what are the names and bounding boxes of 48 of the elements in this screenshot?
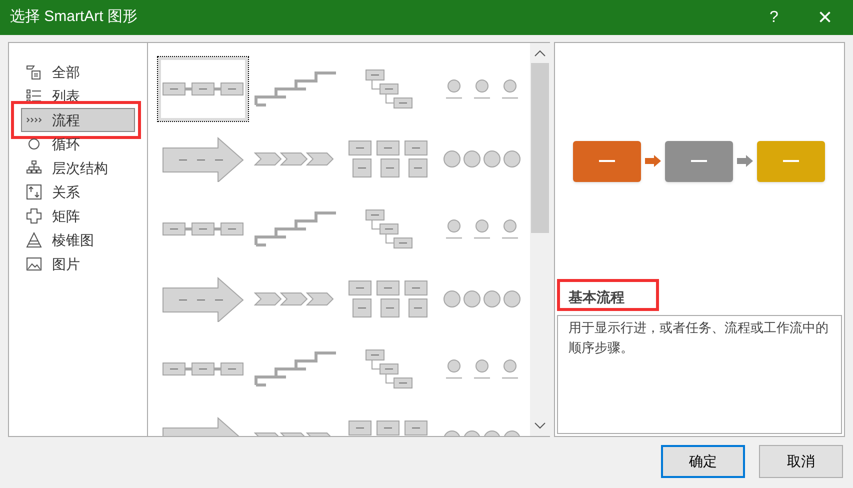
diagram-thumbnail-icon	[444, 219, 519, 239]
diagram-thumbnail-icon	[442, 290, 521, 308]
relation-icon	[26, 184, 42, 200]
diagram-thumbnail-icon	[364, 69, 413, 109]
category-item[interactable]: 流程	[21, 108, 135, 132]
category-item[interactable]: 关系	[21, 180, 135, 204]
diagram-thumbnail-icon	[442, 150, 521, 168]
diagram-thumbnail-icon	[254, 211, 338, 247]
layout-tile[interactable]	[158, 57, 248, 121]
dialog-button[interactable]: 取消	[759, 445, 843, 478]
category-item[interactable]: 层次结构	[21, 156, 135, 180]
category-item[interactable]: 图片	[21, 252, 135, 276]
scroll-down-icon[interactable]	[534, 422, 546, 430]
diagram-thumbnail-icon	[254, 71, 338, 107]
diagram-thumbnail-icon	[162, 276, 244, 322]
help-button[interactable]: ?	[751, 6, 797, 30]
layout-title: 基本流程	[568, 288, 625, 306]
arrow-icon	[737, 155, 754, 167]
diagram-thumbnail-icon	[364, 209, 413, 249]
diagram-thumbnail-icon	[348, 140, 430, 178]
matrix-icon	[26, 208, 42, 224]
picture-icon	[26, 256, 42, 272]
diagram-thumbnail-icon	[162, 136, 244, 182]
scroll-thumb[interactable]	[530, 63, 549, 233]
pyramid-icon	[26, 232, 42, 248]
diagram-thumbnail-icon	[364, 349, 413, 389]
window-title: 选择 SmartArt 图形	[10, 7, 139, 28]
category-item[interactable]: 循环	[21, 132, 135, 156]
diagram-thumbnail-icon	[162, 362, 244, 376]
scrollbar[interactable]	[530, 43, 550, 436]
close-button[interactable]: ×	[797, 6, 853, 30]
dialog-button[interactable]: 确定	[661, 445, 745, 478]
diagram-thumbnail-icon	[162, 222, 244, 236]
diagram-thumbnail-icon	[254, 351, 338, 387]
scroll-up-icon[interactable]	[534, 49, 546, 57]
diagram-thumbnail-icon	[444, 79, 519, 99]
diagram-thumbnail-icon	[162, 82, 244, 96]
category-item[interactable]: 矩阵	[21, 204, 135, 228]
cycle-icon	[26, 136, 42, 152]
category-item[interactable]: 全部	[21, 60, 135, 84]
category-item[interactable]: 棱锥图	[21, 228, 135, 252]
list-icon	[26, 88, 42, 104]
diagram-thumbnail-icon	[444, 359, 519, 379]
list-icon	[26, 64, 42, 80]
diagram-thumbnail-icon	[348, 280, 430, 318]
hierarchy-icon	[26, 160, 42, 176]
arrow-icon	[645, 155, 662, 167]
layout-description: 用于显示行进，或者任务、流程或工作流中的顺序步骤。	[568, 319, 830, 357]
